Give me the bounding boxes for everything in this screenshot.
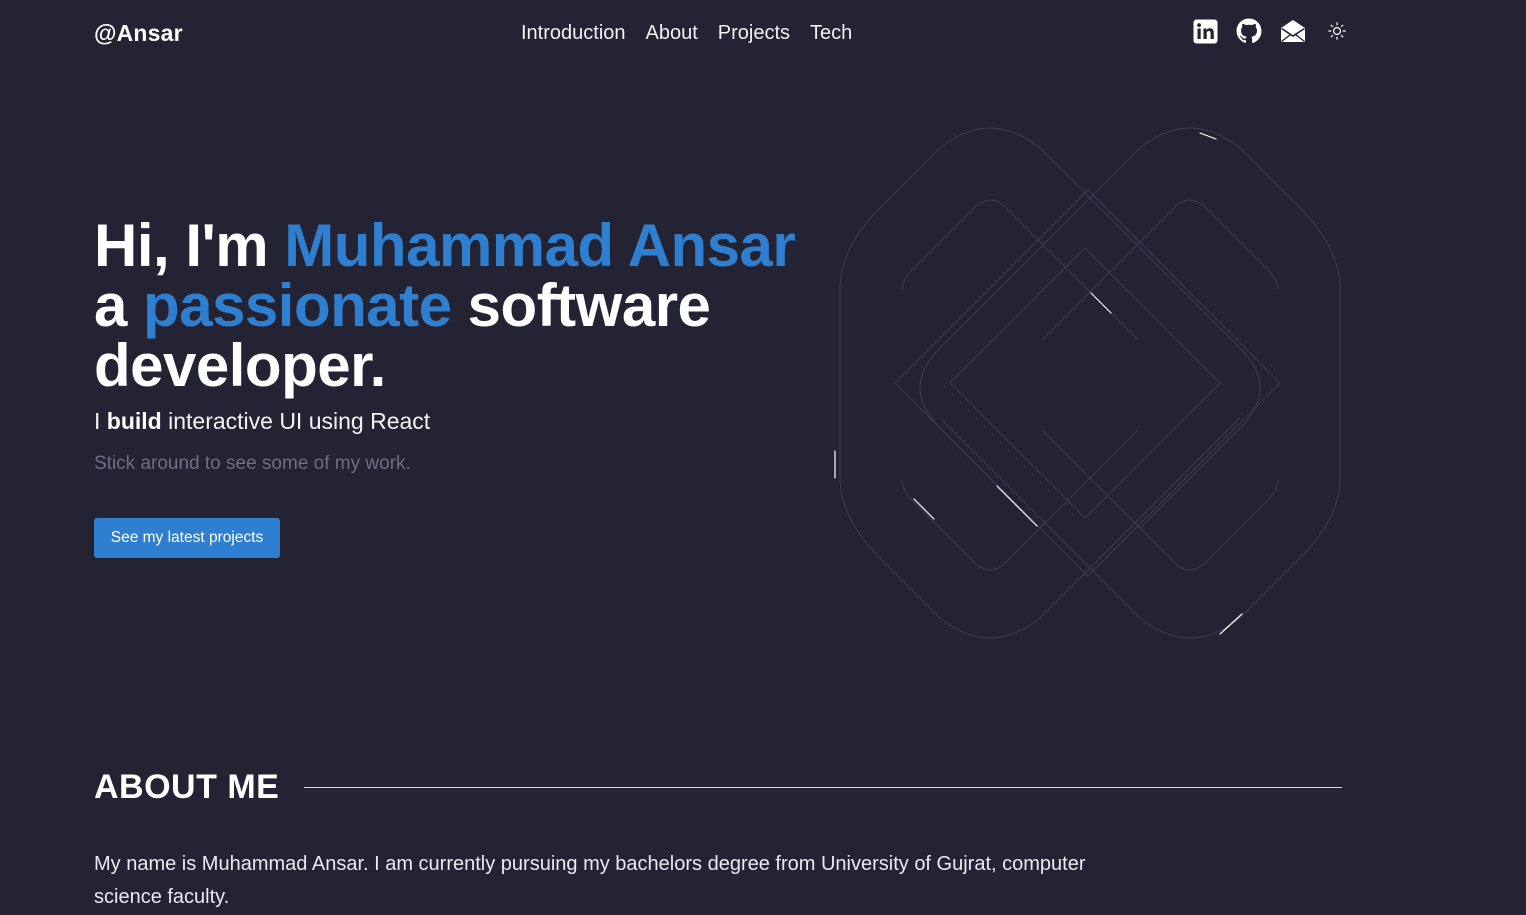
about-heading: ABOUT ME: [94, 768, 280, 806]
hero-sub-a: I: [94, 408, 107, 434]
about-paragraph: My name is Muhammad Ansar. I am currentl…: [94, 853, 1086, 908]
hero-name: Muhammad Ansar: [284, 212, 796, 279]
decorative-knot-graphic: [834, 127, 1341, 639]
hero-line3: developer.: [94, 332, 386, 399]
see-projects-button[interactable]: See my latest projects: [94, 518, 280, 558]
hero-line1-plain: Hi, I'm: [94, 212, 285, 279]
portfolio-page: @Ansar Introduction About Projects Tech: [0, 0, 1526, 915]
hero-subtitle: I build interactive UI using React: [94, 408, 430, 435]
mail-icon[interactable]: [1280, 18, 1306, 44]
nav-tech[interactable]: Tech: [810, 21, 852, 45]
hero-sub-b: interactive UI using React: [161, 408, 431, 434]
hero-note: Stick around to see some of my work.: [94, 453, 411, 474]
brand-logo[interactable]: @Ansar: [94, 20, 183, 47]
nav-projects[interactable]: Projects: [718, 21, 790, 45]
hero-heading: Hi, I'm Muhammad Ansar a passionate soft…: [94, 216, 854, 396]
nav-about[interactable]: About: [646, 21, 698, 45]
about-divider: [304, 787, 1342, 788]
hero-passionate: passionate: [143, 272, 452, 339]
hero-line2-plain-a: a: [94, 272, 144, 339]
hero-line2-plain-b: software: [451, 272, 711, 339]
github-icon[interactable]: [1236, 18, 1262, 44]
hero-sub-bold: build: [106, 408, 162, 434]
sun-icon[interactable]: [1328, 22, 1346, 40]
social-links: [1192, 18, 1346, 44]
nav-introduction[interactable]: Introduction: [521, 21, 626, 45]
linkedin-icon[interactable]: [1192, 18, 1218, 44]
main-nav: Introduction About Projects Tech: [521, 21, 852, 45]
